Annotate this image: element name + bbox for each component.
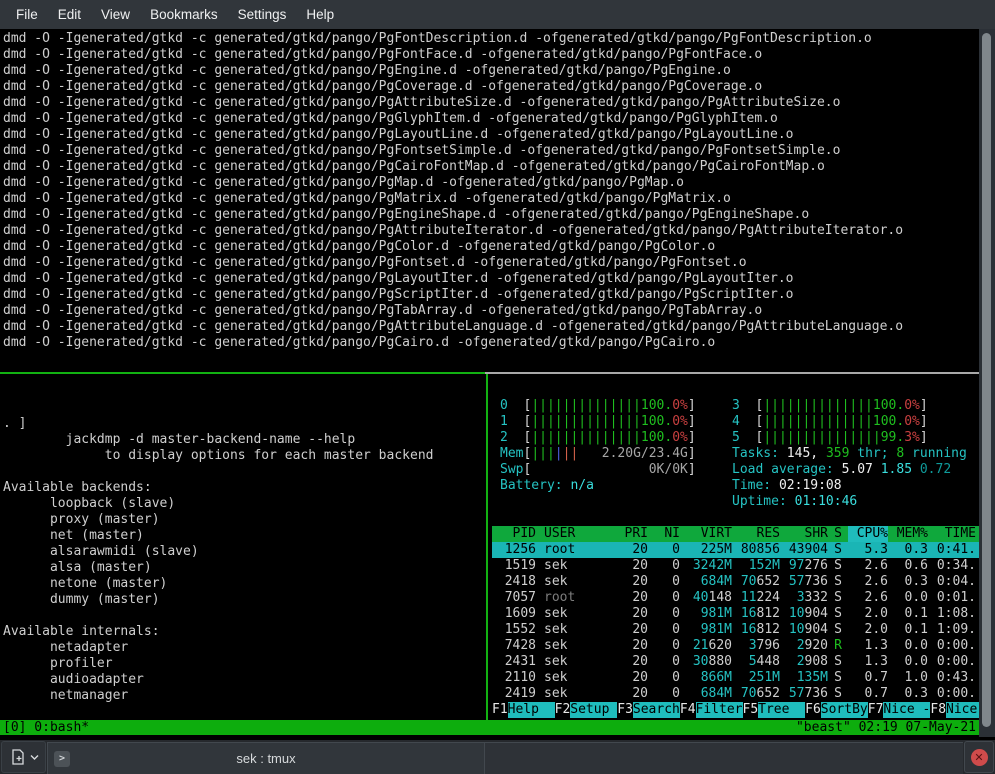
col-virt[interactable]: VIRT [680, 526, 732, 542]
menu-item[interactable]: Settings [228, 7, 297, 22]
col-time[interactable]: TIME [928, 526, 976, 542]
process-row[interactable]: 7428sek2002162037962920R1.30.00:00. [492, 638, 979, 654]
tmux-session: dmd -O -Igenerated/gtkd -c generated/gtk… [0, 29, 979, 740]
process-table-header: PID USER PRI NI VIRT RES SHR S CPU% MEM%… [492, 526, 979, 542]
new-tab-icon [9, 748, 27, 766]
tasks-line: Tasks: 145, 359 thr; 8 running [732, 446, 979, 462]
build-output-pane[interactable]: dmd -O -Igenerated/gtkd -c generated/gtk… [0, 29, 979, 372]
load-average-line: Load average: 5.07 1.85 0.72 [732, 462, 979, 478]
cpu-meter: 2 [||||||||||||||100.0%] [500, 430, 732, 446]
col-mem[interactable]: MEM% [888, 526, 928, 542]
htop-pane[interactable]: 0 [||||||||||||||100.0%] 1 [||||||||||||… [488, 374, 979, 720]
close-tab-button[interactable]: ✕ [964, 741, 994, 773]
process-row[interactable]: 2418sek200684M7065257736S2.60.30:04. [492, 574, 979, 590]
tab-label: sek : tmux [70, 751, 462, 766]
htop-function-keys: F1Help F2Setup F3Search F4Filter F5Tree … [492, 702, 979, 718]
cpu-meter: 4 [||||||||||||||100.0%] [732, 414, 979, 430]
menu-item[interactable]: Bookmarks [140, 7, 228, 22]
process-row[interactable]: 2431sek2003088054482908S1.30.00:00. [492, 654, 979, 670]
new-tab-button[interactable] [1, 741, 46, 773]
menu-item[interactable]: View [91, 7, 140, 22]
terminal-scrollbar[interactable] [979, 29, 995, 737]
process-row[interactable]: 1609sek200981M1681210904S2.00.11:08. [492, 606, 979, 622]
swap-meter: Swp[ 0K/0K] [500, 462, 732, 478]
function-key-button[interactable]: F1Help [492, 702, 555, 718]
col-pri[interactable]: PRI [616, 526, 648, 542]
terminal-icon: > [54, 751, 70, 767]
menu-item[interactable]: Help [296, 7, 344, 22]
function-key-button[interactable]: F3Search [617, 702, 680, 718]
process-row[interactable]: 7057root20040148112243332S2.60.00:01. [492, 590, 979, 606]
menu-item[interactable]: Edit [48, 7, 91, 22]
battery-line: Battery: n/a [500, 478, 732, 494]
cpu-meter: 3 [||||||||||||||100.0%] [732, 398, 979, 414]
menu-item[interactable]: File [6, 7, 48, 22]
function-key-button[interactable]: F5Tree [743, 702, 806, 718]
cpu-meter: 1 [||||||||||||||100.0%] [500, 414, 732, 430]
function-key-button[interactable]: F8Nice + [930, 702, 979, 718]
col-shr[interactable]: SHR [780, 526, 828, 542]
function-key-button[interactable]: F7Nice - [868, 702, 931, 718]
tmux-window-list[interactable]: [0] 0:bash* [3, 720, 89, 735]
function-key-button[interactable]: F4Filter [680, 702, 743, 718]
time-line: Time: 02:19:08 [732, 478, 979, 494]
shell-pane[interactable]: . ] jackdmp -d master-backend-name --hel… [0, 374, 486, 720]
menubar: File Edit View Bookmarks Settings Help [0, 0, 995, 29]
tab-bar: > sek : tmux ✕ [0, 740, 995, 774]
htop-meters: 0 [||||||||||||||100.0%] 1 [||||||||||||… [492, 398, 979, 510]
process-row[interactable]: 2110sek200866M251M135MS0.71.00:43. [492, 670, 979, 686]
process-row[interactable]: 1552sek200981M1681210904S2.00.11:09. [492, 622, 979, 638]
col-pid[interactable]: PID [492, 526, 536, 542]
process-row[interactable]: 1519sek2003242M152M97276S2.60.60:34. [492, 558, 979, 574]
process-row[interactable]: 1256root200225M8085643904S5.30.30:41. [492, 542, 979, 558]
konsole-window: File Edit View Bookmarks Settings Help d… [0, 0, 995, 774]
function-key-button[interactable]: F2Setup [555, 702, 618, 718]
tab-sek-tmux[interactable]: > sek : tmux [47, 742, 485, 774]
tmux-status-right: "beast" 02:19 07-May-21 [796, 720, 976, 735]
col-state[interactable]: S [828, 526, 848, 542]
scrollbar-thumb[interactable] [982, 33, 991, 727]
close-icon: ✕ [971, 749, 988, 766]
cpu-meter: 0 [||||||||||||||100.0%] [500, 398, 732, 414]
col-res[interactable]: RES [732, 526, 780, 542]
col-ni[interactable]: NI [648, 526, 680, 542]
memory-meter: Mem[|||||| 2.20G/23.4G] [500, 446, 732, 462]
tmux-status-bar: [0] 0:bash* "beast" 02:19 07-May-21 [0, 720, 979, 735]
tab-bar-empty-area [485, 742, 963, 774]
cpu-meter: 5 [|||||||||||||||99.3%] [732, 430, 979, 446]
uptime-line: Uptime: 01:10:46 [732, 494, 979, 510]
col-user[interactable]: USER [536, 526, 616, 542]
col-cpu-sorted[interactable]: CPU% [848, 526, 888, 542]
process-table: PID USER PRI NI VIRT RES SHR S CPU% MEM%… [492, 526, 979, 702]
jackd-output: . ] jackdmp -d master-backend-name --hel… [3, 416, 486, 720]
function-key-button[interactable]: F6SortBy [805, 702, 868, 718]
process-row[interactable]: 2419sek200684M7065257736S0.70.30:00. [492, 686, 979, 702]
terminal-view[interactable]: dmd -O -Igenerated/gtkd -c generated/gtk… [0, 29, 995, 740]
chevron-down-icon [30, 754, 39, 761]
